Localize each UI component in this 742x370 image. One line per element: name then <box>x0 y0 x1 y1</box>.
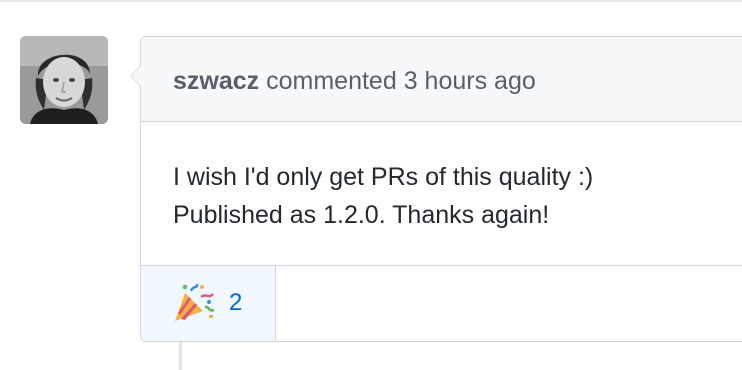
user-avatar-image <box>20 36 108 124</box>
reaction-button-party[interactable]: 2 <box>141 266 276 340</box>
timeline-divider <box>0 0 742 2</box>
comment-line: I wish I'd only get PRs of this quality … <box>173 163 594 191</box>
comment-line: Published as 1.2.0. Thanks again! <box>173 201 550 229</box>
avatar[interactable] <box>20 36 108 124</box>
comment-body: I wish I'd only get PRs of this quality … <box>141 122 742 266</box>
comment-header: szwacz commented 3 hours ago <box>141 37 742 122</box>
reaction-count: 2 <box>229 289 243 316</box>
party-popper-icon <box>175 283 215 321</box>
comment-page: szwacz commented 3 hours ago I wish I'd … <box>0 0 742 370</box>
comment-box: szwacz commented 3 hours ago I wish I'd … <box>130 36 742 342</box>
timeline-connector <box>179 342 182 370</box>
comment-timestamp[interactable]: 3 hours ago <box>404 67 536 95</box>
reactions-bar: 2 <box>141 266 742 340</box>
comment-arrow-inner <box>131 66 141 86</box>
author-link[interactable]: szwacz <box>173 67 259 95</box>
comment-action: commented <box>266 67 397 95</box>
